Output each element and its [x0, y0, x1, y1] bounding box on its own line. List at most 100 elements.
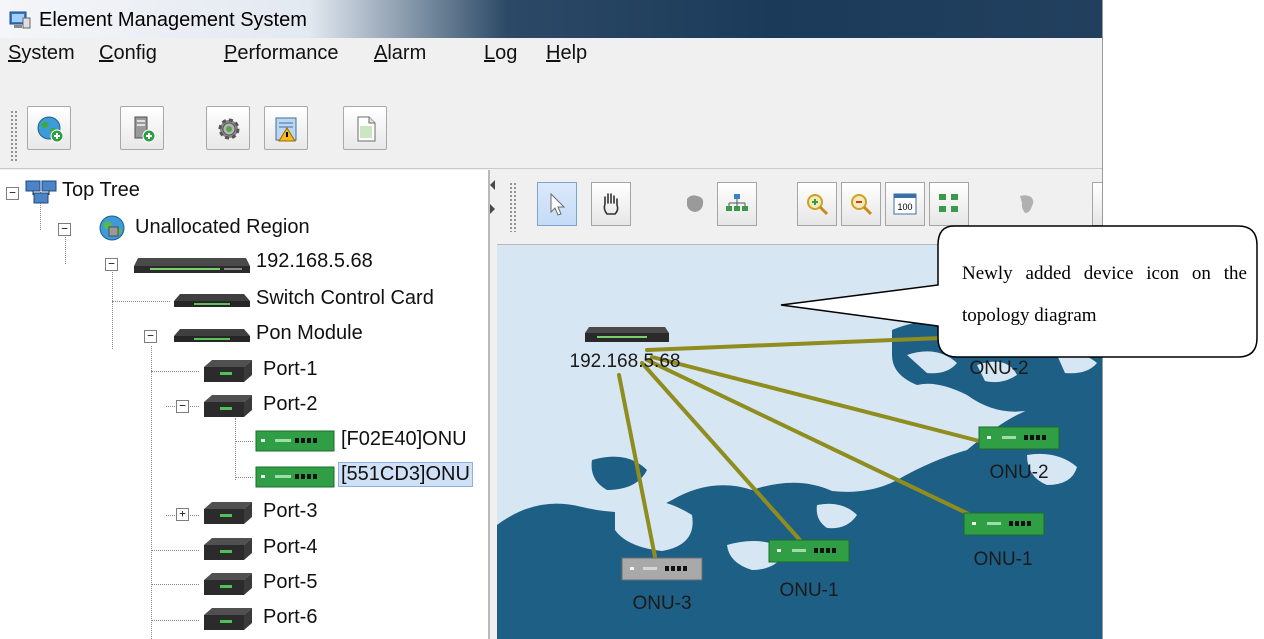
pan-tool-button[interactable] [591, 182, 631, 226]
node-label: ONU-1 [973, 549, 1032, 570]
zoom-out-icon [851, 194, 873, 216]
menu-performance[interactable]: Performance [224, 42, 339, 65]
tree-node-port-3[interactable]: + Port-3 [0, 497, 420, 527]
olt-device-icon [134, 258, 250, 273]
onu-device-icon [255, 430, 335, 452]
tree-label: Port-3 [263, 500, 318, 522]
add-device-button[interactable] [120, 106, 164, 150]
alarm-report-icon [275, 117, 297, 142]
collapse-icon[interactable]: − [176, 400, 189, 413]
menu-system[interactable]: System [8, 42, 75, 65]
title-bar: Element Management System [0, 0, 1102, 38]
menu-bar: System Config Performance Alarm Log Help [0, 38, 1102, 74]
globe-add-icon [37, 116, 64, 143]
map-outline-button[interactable] [1007, 182, 1047, 226]
tree-label: Port-2 [263, 393, 318, 415]
port-icon [204, 360, 252, 382]
svg-text:100: 100 [897, 202, 912, 212]
topology-toolbar: 100 [497, 170, 1102, 245]
device-tree: − Top Tree − Unallocated Region − 192.16… [0, 170, 490, 639]
node-label: 192.168.5.68 [570, 351, 681, 372]
zoom-100-icon: 100 [893, 193, 917, 215]
tree-label: Port-6 [263, 606, 318, 628]
tree-label: Pon Module [256, 322, 363, 344]
map-outline-icon [1020, 195, 1034, 213]
tree-node-top-tree[interactable]: − Top Tree [0, 178, 250, 208]
port-icon [204, 395, 252, 417]
settings-button[interactable] [206, 106, 250, 150]
toolbar-grip[interactable] [509, 182, 518, 232]
grid-layout-button[interactable] [929, 182, 969, 226]
alarm-report-button[interactable] [264, 106, 308, 150]
toolbar-grip[interactable] [10, 110, 19, 162]
grid-layout-icon [939, 194, 958, 212]
server-add-icon [134, 116, 156, 143]
onu-device-icon [255, 466, 335, 488]
hierarchy-layout-button[interactable] [717, 182, 757, 226]
tree-label-selected: [551CD3]ONU [338, 462, 473, 487]
port-icon [204, 538, 252, 560]
tree-node-device[interactable]: − 192.168.5.68 [0, 248, 420, 278]
splitter-arrows-icon[interactable] [488, 178, 497, 218]
more-tools-button[interactable] [1092, 182, 1102, 226]
topology-panel: 100 192.168.5.68 ONU-2 ONU-2 ONU-1 ONU-1… [497, 170, 1102, 639]
card-icon [174, 329, 250, 342]
collapse-icon[interactable]: − [6, 187, 19, 200]
port-icon [204, 573, 252, 595]
tree-node-port-1[interactable]: Port-1 [0, 355, 420, 385]
port-icon [204, 502, 252, 524]
window-title: Element Management System [39, 9, 307, 31]
pan-hand-icon [603, 193, 619, 215]
topology-root-icon [25, 180, 57, 204]
document-icon [357, 116, 376, 142]
tree-node-unallocated-region[interactable]: − Unallocated Region [0, 213, 370, 243]
map-button[interactable] [675, 182, 715, 226]
topology-node-onu-top[interactable]: ONU-2 [969, 358, 1028, 379]
zoom-out-button[interactable] [841, 182, 881, 226]
map-icon [687, 195, 704, 212]
tree-label: Port-1 [263, 358, 318, 380]
annotation-text: Newly added device icon on the topology … [962, 263, 1247, 326]
select-tool-button[interactable] [537, 182, 577, 226]
card-icon [174, 294, 250, 307]
tree-label: Unallocated Region [135, 216, 310, 238]
main-toolbar [0, 74, 1102, 169]
tree-label: Port-4 [263, 536, 318, 558]
tree-label: Switch Control Card [256, 287, 434, 309]
tree-label: Port-5 [263, 571, 318, 593]
region-globe-icon [99, 215, 125, 241]
collapse-icon[interactable]: − [58, 223, 71, 236]
zoom-in-button[interactable] [797, 182, 837, 226]
tree-node-pon-module[interactable]: − Pon Module [0, 319, 420, 349]
zoom-100-button[interactable]: 100 [885, 182, 925, 226]
hierarchy-layout-icon [726, 194, 748, 211]
document-button[interactable] [343, 106, 387, 150]
tree-node-port-6[interactable]: Port-6 [0, 603, 420, 633]
node-label: ONU-3 [632, 593, 691, 614]
collapse-icon[interactable]: − [105, 258, 118, 271]
application-window: Element Management System System Config … [0, 0, 1103, 639]
node-label: ONU-2 [989, 462, 1048, 483]
collapse-icon[interactable]: − [144, 330, 157, 343]
select-arrow-icon [550, 192, 566, 216]
tree-node-port-5[interactable]: Port-5 [0, 568, 420, 598]
tree-node-switch-control-card[interactable]: Switch Control Card [0, 284, 480, 314]
tree-node-onu-551cd3[interactable]: [551CD3]ONU [0, 461, 488, 491]
tree-node-port-2[interactable]: − Port-2 [0, 390, 420, 420]
menu-alarm[interactable]: Alarm [374, 42, 426, 65]
gear-icon [218, 118, 240, 140]
tree-label: 192.168.5.68 [256, 250, 373, 272]
menu-config[interactable]: Config [99, 42, 157, 65]
menu-log[interactable]: Log [484, 42, 517, 65]
port-icon [204, 608, 252, 630]
node-label: ONU-1 [779, 580, 838, 601]
tree-node-port-4[interactable]: Port-4 [0, 533, 420, 563]
zoom-in-icon [807, 194, 829, 216]
tree-node-onu-f02e40[interactable]: [F02E40]ONU [0, 425, 488, 455]
tree-label: [F02E40]ONU [341, 428, 467, 450]
tree-label: Top Tree [62, 179, 140, 201]
expand-icon[interactable]: + [176, 508, 189, 521]
add-region-button[interactable] [27, 106, 71, 150]
app-icon [9, 11, 31, 29]
menu-help[interactable]: Help [546, 42, 587, 65]
